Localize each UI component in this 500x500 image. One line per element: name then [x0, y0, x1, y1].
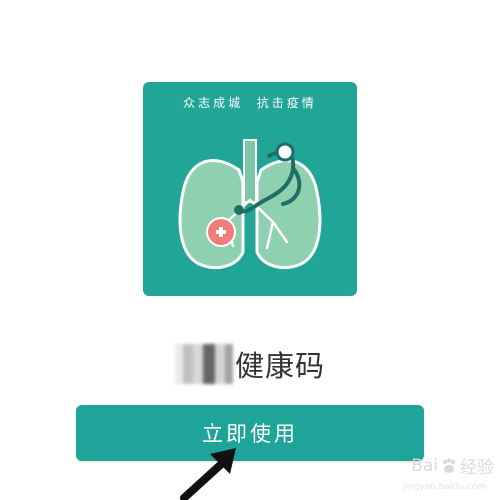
app-title-row: 健康码	[0, 343, 500, 385]
arrow-pointer-icon	[180, 448, 236, 500]
banner-slogan: 众志成城 抗击疫情	[183, 96, 317, 110]
paw-icon	[442, 457, 456, 473]
banner-card: 众志成城 抗击疫情	[143, 82, 357, 296]
use-now-button[interactable]: 立即使用	[76, 405, 424, 461]
blurred-region-name	[174, 344, 233, 384]
watermark-text-right: 经验	[460, 458, 494, 478]
watermark-text-left: Bai	[411, 455, 438, 476]
watermark-url: jingyan.baidu.com	[402, 482, 486, 492]
lungs-with-stethoscope-icon	[178, 139, 322, 269]
health-code-page: 众志成城 抗击疫情 健康码 立即使用 Bai 经验 jingyan.baidu.…	[0, 0, 500, 500]
baidu-watermark: Bai 经验	[411, 453, 494, 479]
app-title: 健康码	[234, 349, 325, 383]
